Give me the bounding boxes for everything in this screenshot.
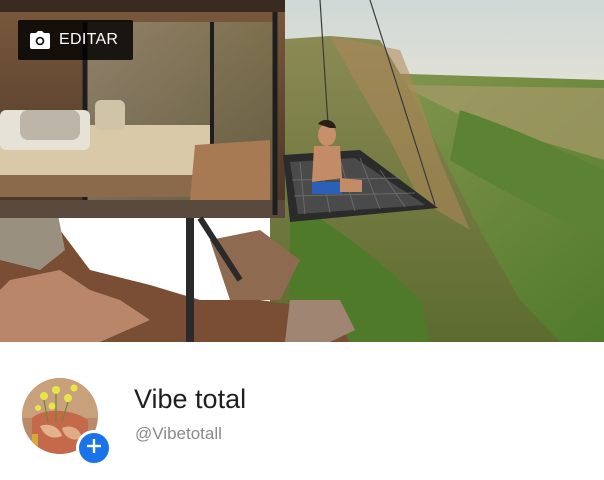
- cover-photo: EDITAR: [0, 0, 604, 342]
- profile-avatar-container[interactable]: [22, 378, 112, 466]
- edit-cover-button[interactable]: EDITAR: [18, 20, 133, 60]
- edit-cover-label: EDITAR: [59, 31, 119, 48]
- add-profile-photo-button[interactable]: [76, 430, 112, 466]
- camera-icon: [30, 31, 50, 49]
- plus-icon: [86, 438, 102, 459]
- profile-handle: @Vibetotall: [135, 424, 222, 443]
- profile-name: Vibe total: [134, 384, 247, 414]
